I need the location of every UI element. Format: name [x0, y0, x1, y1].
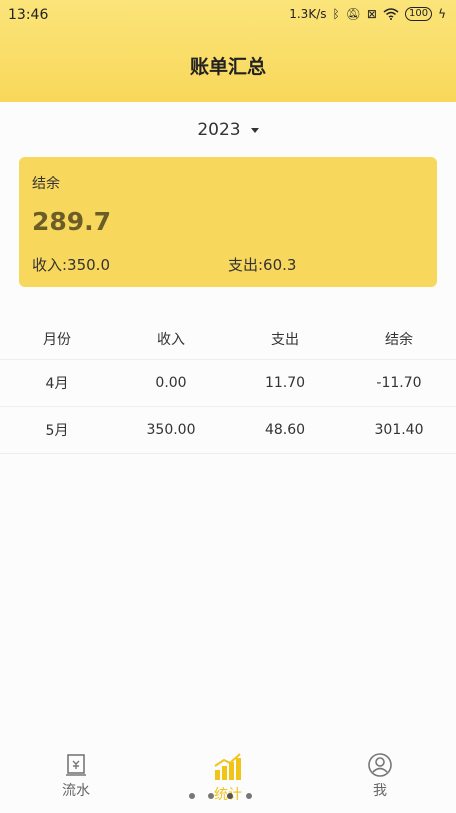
battery-indicator: 100: [404, 7, 433, 21]
table-row[interactable]: 4月 0.00 11.70 -11.70: [0, 360, 456, 407]
user-icon: [368, 753, 392, 777]
table-row[interactable]: 5月 350.00 48.60 301.40: [0, 407, 456, 454]
tab-ledger-label: 流水: [62, 783, 90, 799]
page-dot: [189, 793, 195, 799]
bottom-tab-bar: 流水 统计 我: [0, 740, 456, 813]
tab-ledger[interactable]: 流水: [36, 752, 116, 800]
page-dot-active: [227, 793, 233, 799]
year-value: 2023: [197, 120, 241, 140]
charging-icon: ϟ: [438, 7, 446, 21]
page-dot: [208, 793, 214, 799]
row-balance: 301.40: [374, 422, 424, 438]
header: 13:46 1.3K/s ᛒ 🔕︎ ⊠ 100 ϟ 账单汇总: [0, 0, 456, 102]
summary-card: 结余 289.7 收入:350.0 支出:60.3: [19, 157, 437, 287]
row-month: 4月: [45, 376, 69, 392]
bluetooth-icon: ᛒ: [332, 7, 340, 21]
row-income: 0.00: [155, 375, 187, 391]
wifi-icon: [383, 8, 399, 20]
ledger-icon: [66, 754, 86, 776]
mute-icon: 🔕︎: [345, 7, 361, 21]
status-bar: 13:46 1.3K/s ᛒ 🔕︎ ⊠ 100 ϟ: [0, 0, 456, 30]
header-income: 收入: [157, 331, 185, 348]
header-expense: 支出: [271, 331, 299, 348]
income-total: 收入:350.0: [32, 256, 110, 274]
status-icons: 1.3K/s ᛒ 🔕︎ ⊠ 100 ϟ: [289, 7, 446, 21]
page-dot: [246, 793, 252, 799]
row-month: 5月: [45, 423, 69, 439]
expense-total: 支出:60.3: [228, 256, 297, 274]
table-header-row: 月份 收入 支出 结余: [0, 318, 456, 360]
row-expense: 48.60: [264, 422, 306, 438]
page-indicator: [189, 793, 252, 799]
header-month: 月份: [43, 331, 71, 348]
year-selector[interactable]: 2023: [0, 120, 456, 140]
row-balance: -11.70: [376, 375, 422, 391]
tab-me-label: 我: [373, 783, 387, 799]
status-time: 13:46: [8, 7, 49, 23]
balance-label: 结余: [32, 176, 60, 192]
network-speed: 1.3K/s: [289, 7, 327, 21]
monthly-table: 月份 收入 支出 结余 4月 0.00 11.70 -11.70 5月 350.…: [0, 318, 456, 454]
sim-icon: ⊠: [366, 7, 377, 21]
page-title: 账单汇总: [189, 56, 266, 78]
balance-value: 289.7: [32, 207, 112, 236]
row-expense: 11.70: [264, 375, 306, 391]
bar-chart-icon: [214, 753, 241, 780]
row-income: 350.00: [146, 422, 196, 438]
tab-me[interactable]: 我: [340, 752, 420, 800]
header-balance: 结余: [385, 331, 413, 348]
caret-down-icon: [250, 127, 259, 133]
